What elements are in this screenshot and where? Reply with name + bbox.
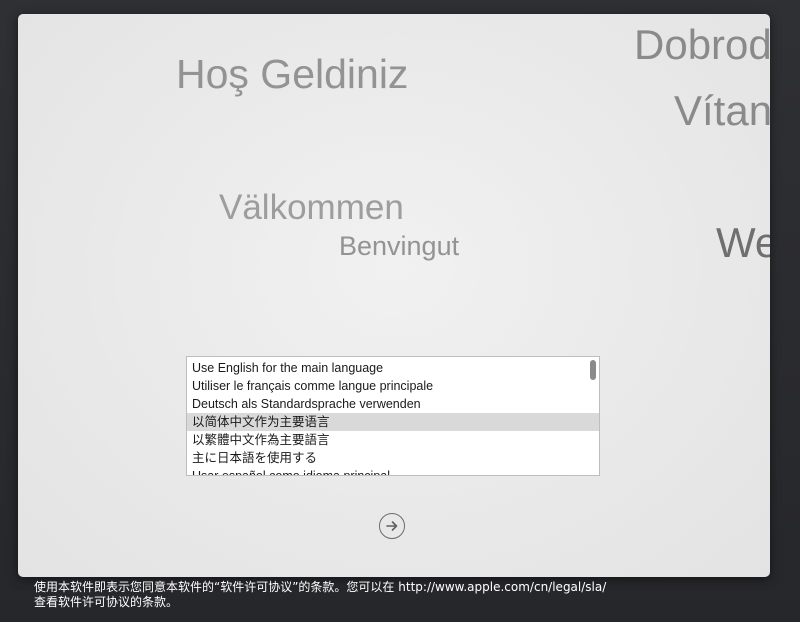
greeting-czech-partial: Dobrod bbox=[634, 21, 770, 68]
greeting-catalan: Benvingut bbox=[339, 231, 460, 261]
screen: Hoş Geldiniz Dobrod Vítan Välkommen Benv… bbox=[0, 0, 800, 622]
greeting-english-partial: We bbox=[716, 219, 770, 266]
greeting-turkish: Hoş Geldiniz bbox=[176, 51, 409, 97]
language-item-german[interactable]: Deutsch als Standardsprache verwenden bbox=[187, 395, 599, 413]
license-link[interactable]: http://www.apple.com/cn/legal/sla/ bbox=[398, 580, 606, 594]
greeting-czech-partial-2: Vítan bbox=[674, 87, 770, 134]
language-list-scrollbar[interactable] bbox=[588, 358, 598, 474]
greeting-swedish: Välkommen bbox=[219, 188, 404, 227]
scrollbar-thumb[interactable] bbox=[590, 360, 596, 380]
continue-button[interactable] bbox=[379, 513, 405, 539]
license-notice: 使用本软件即表示您同意本软件的“软件许可协议”的条款。您可以在 http://w… bbox=[34, 580, 774, 610]
language-item-english[interactable]: Use English for the main language bbox=[187, 359, 599, 377]
language-item-spanish[interactable]: Usar español como idioma principal bbox=[187, 467, 599, 475]
language-item-simplified-chinese[interactable]: 以简体中文作为主要语言 bbox=[187, 413, 599, 431]
license-text: 使用本软件即表示您同意本软件的“软件许可协议”的条款。您可以在 bbox=[34, 580, 399, 594]
language-item-french[interactable]: Utiliser le français comme langue princi… bbox=[187, 377, 599, 395]
language-item-japanese[interactable]: 主に日本語を使用する bbox=[187, 449, 599, 467]
license-line-1: 使用本软件即表示您同意本软件的“软件许可协议”的条款。您可以在 http://w… bbox=[34, 580, 774, 595]
arrow-right-icon bbox=[386, 521, 398, 531]
language-item-traditional-chinese[interactable]: 以繁體中文作為主要語言 bbox=[187, 431, 599, 449]
setup-assistant-window: Hoş Geldiniz Dobrod Vítan Välkommen Benv… bbox=[18, 14, 770, 577]
license-line-2: 查看软件许可协议的条款。 bbox=[34, 595, 179, 609]
language-list[interactable]: Use English for the main language Utilis… bbox=[186, 356, 600, 476]
